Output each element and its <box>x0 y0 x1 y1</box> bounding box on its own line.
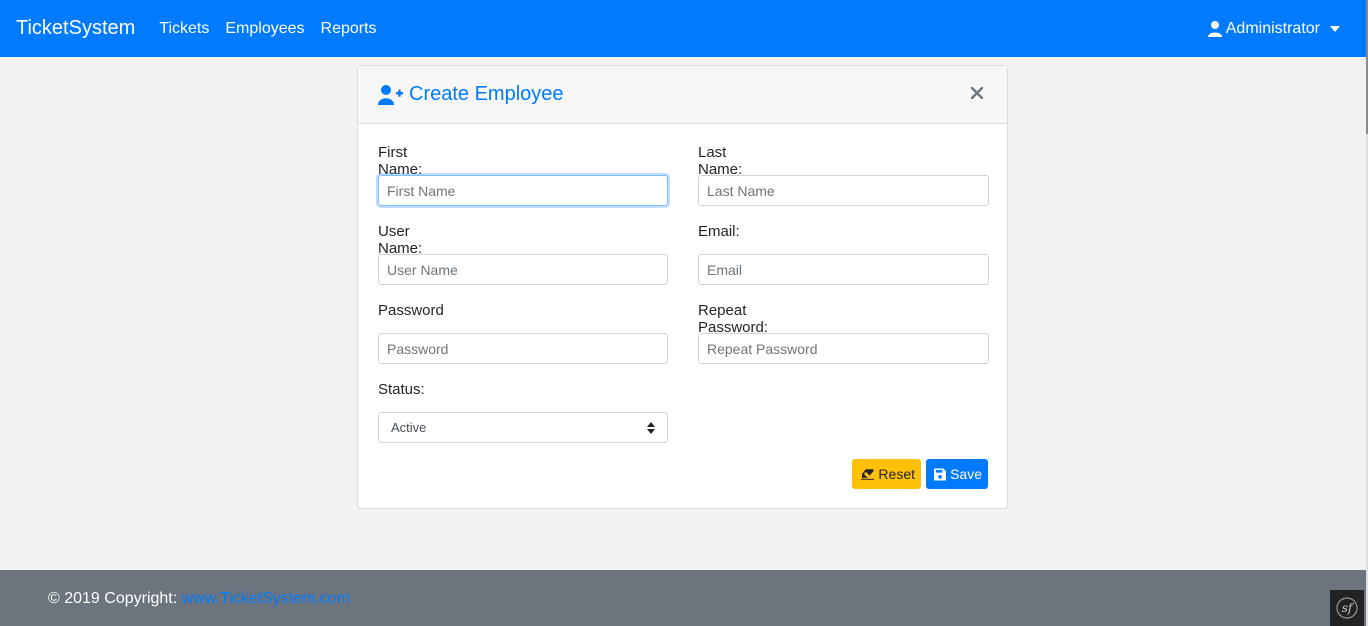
footer: © 2019 Copyright: www.TicketSystem.com s… <box>0 570 1366 626</box>
nav-employees[interactable]: Employees <box>225 20 304 38</box>
symfony-toolbar-toggle[interactable]: sf <box>1330 590 1364 626</box>
svg-text:sf: sf <box>1342 601 1355 615</box>
footer-link[interactable]: www.TicketSystem.com <box>182 590 350 607</box>
card-header: Create Employee <box>358 66 1007 124</box>
last-name-label: Last Name: <box>698 144 743 178</box>
last-name-input[interactable] <box>698 175 989 206</box>
user-name-group: User Name: <box>378 223 668 285</box>
chevron-down-icon <box>1330 25 1340 32</box>
nav-reports[interactable]: Reports <box>321 20 377 38</box>
create-employee-card: Create Employee First Name: Last Name: U… <box>357 65 1008 509</box>
reset-label: Reset <box>878 466 915 482</box>
nav-tickets[interactable]: Tickets <box>159 20 209 38</box>
password-input[interactable] <box>378 333 668 364</box>
symfony-icon: sf <box>1336 597 1358 619</box>
email-label: Email: <box>698 223 740 240</box>
user-menu-label: Administrator <box>1225 19 1320 37</box>
password-label: Password <box>378 302 444 319</box>
status-select[interactable]: Active <box>378 412 668 443</box>
close-button[interactable] <box>967 83 987 103</box>
status-label: Status: <box>378 381 425 398</box>
first-name-input[interactable] <box>378 175 668 206</box>
status-group: Status: Active <box>378 381 668 443</box>
password-group: Password <box>378 302 668 364</box>
email-input[interactable] <box>698 254 989 285</box>
first-name-group: First Name: <box>378 144 668 206</box>
navbar: TicketSystem Tickets Employees Reports A… <box>0 0 1366 57</box>
user-name-label: User Name: <box>378 223 423 257</box>
user-menu[interactable]: Administrator <box>1207 0 1340 57</box>
save-label: Save <box>950 466 982 482</box>
first-name-label: First Name: <box>378 144 423 178</box>
eraser-icon <box>861 469 875 480</box>
brand-logo[interactable]: TicketSystem <box>16 17 135 40</box>
footer-copyright: © 2019 Copyright: www.TicketSystem.com <box>48 590 350 608</box>
repeat-password-group: Repeat Password: <box>698 302 989 364</box>
status-value: Active <box>391 420 427 435</box>
copyright-text: © 2019 Copyright: <box>48 590 182 607</box>
user-name-input[interactable] <box>378 254 668 285</box>
user-icon <box>1207 20 1222 37</box>
repeat-password-label: Repeat Password: <box>698 302 769 336</box>
last-name-group: Last Name: <box>698 144 989 206</box>
save-button[interactable]: Save <box>926 459 988 489</box>
save-icon <box>934 467 947 481</box>
email-group: Email: <box>698 223 989 285</box>
card-title: Create Employee <box>409 83 564 105</box>
close-icon <box>971 87 983 99</box>
reset-button[interactable]: Reset <box>852 459 921 489</box>
select-arrows-icon <box>647 422 655 434</box>
repeat-password-input[interactable] <box>698 333 989 364</box>
user-plus-icon <box>378 84 403 105</box>
